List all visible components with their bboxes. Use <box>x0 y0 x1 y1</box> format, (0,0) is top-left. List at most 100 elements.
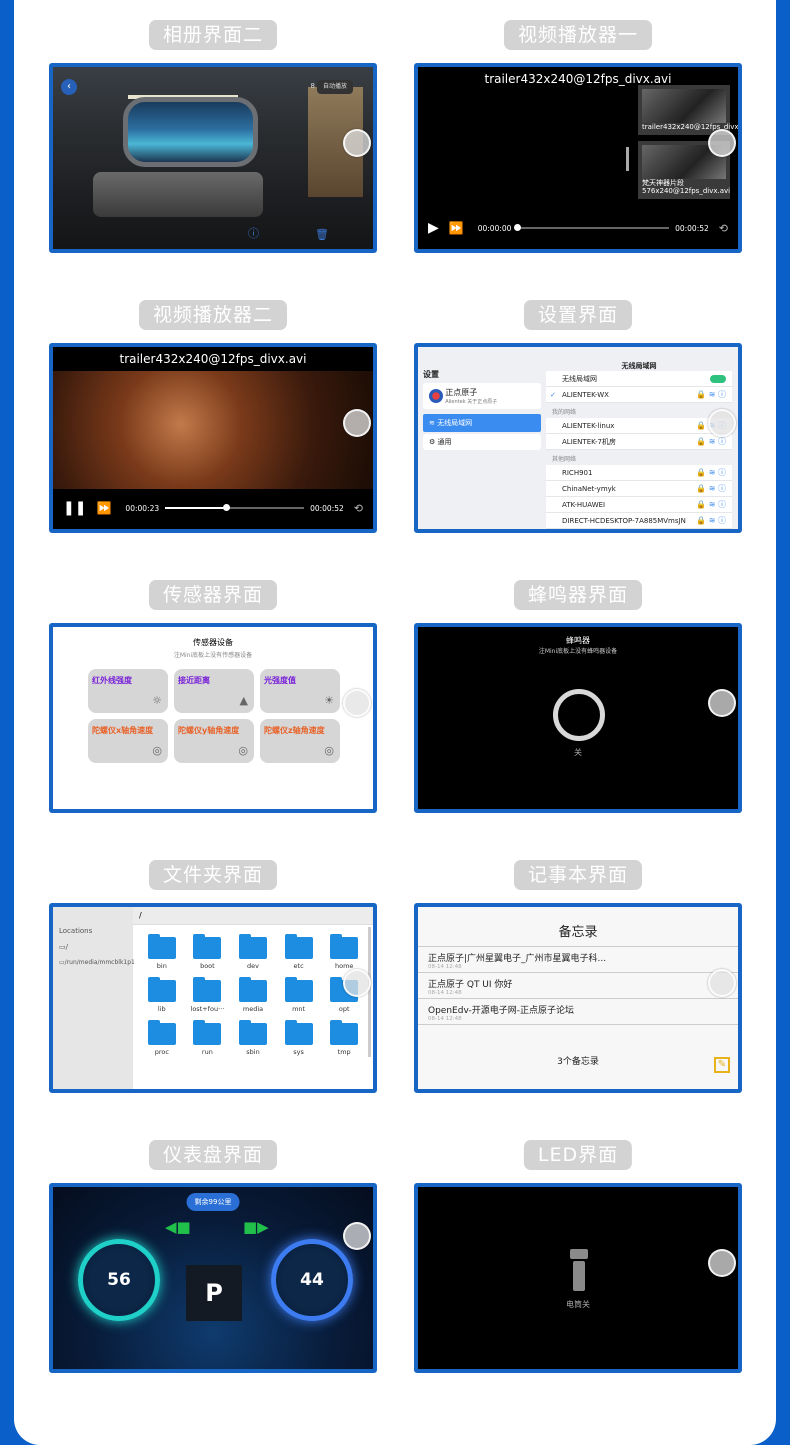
note-item[interactable]: OpenEdv-开源电子网-正点原子论坛 08-14 12:48 <box>418 999 738 1025</box>
panel-title: 无线局域网 <box>621 362 657 370</box>
playlist-item[interactable]: trailer432x240@12fps_divx.avi <box>638 85 738 135</box>
folder-item[interactable]: proc <box>139 1020 185 1056</box>
folder-item[interactable]: sbin <box>230 1020 276 1056</box>
network-item[interactable]: ALIENTEK-7机房 🔒 ≋ ⓘ <box>546 434 732 450</box>
progress-bar[interactable] <box>514 224 670 231</box>
sidebar-item-wifi[interactable]: ≋ 无线局域网 <box>423 414 541 432</box>
network-connected[interactable]: ✓ ALIENTEK-WX 🔒 ≋ ⓘ <box>546 387 732 403</box>
folder-label: media <box>242 1005 264 1013</box>
folder-item[interactable]: etc <box>276 934 322 970</box>
playlist-scrollbar[interactable] <box>626 147 629 171</box>
buzzer-switch[interactable] <box>553 689 605 741</box>
replay-icon[interactable]: ⟲ <box>354 502 363 515</box>
folder-icon <box>238 934 267 959</box>
network-item[interactable]: DIRECT-HCDESKTOP-7A885MVmsJN 🔒 ≋ ⓘ <box>546 513 732 529</box>
section-label: 传感器界面 <box>148 580 278 610</box>
folder-icon <box>193 977 222 1002</box>
sidebar-item-general[interactable]: ⚙ 通用 <box>423 434 541 450</box>
location-root[interactable]: ▭/ <box>59 943 127 951</box>
note-item[interactable]: 正点原子 QT UI 你好 08-14 12:48 <box>418 973 738 999</box>
progress-bar[interactable] <box>165 504 305 511</box>
back-icon[interactable]: ‹ <box>61 79 77 95</box>
assistive-touch[interactable] <box>343 689 371 717</box>
folder-icon <box>238 977 267 1002</box>
network-item[interactable]: ATK-HUAWEI 🔒 ≋ ⓘ <box>546 497 732 513</box>
folder-icon <box>238 1020 267 1045</box>
flashlight-icon[interactable] <box>570 1249 588 1293</box>
network-item[interactable]: ALIENTEK-linux🔒 ≋ ⓘ <box>546 418 732 434</box>
tile-gyro-y: 陀螺仪y轴角速度 ◎ <box>174 719 254 763</box>
folder-label: proc <box>154 1048 169 1056</box>
info-icon[interactable]: ⓘ <box>248 225 259 241</box>
assistive-touch[interactable] <box>708 969 736 997</box>
folder-label: lib <box>157 1005 166 1013</box>
compose-icon[interactable]: ✎ <box>714 1057 730 1073</box>
speed-gauge: 56 <box>78 1239 160 1321</box>
network-item[interactable]: ChinaNet-ymyk 🔒 ≋ ⓘ <box>546 481 732 497</box>
buzzer-title: 蜂鸣器 <box>566 636 590 645</box>
section-other-networks: 其他网络 <box>552 456 577 463</box>
buzzer-screen: 蜂鸣器 注Mini底板上没有蜂鸣器设备 关 <box>414 623 742 813</box>
folder-item[interactable]: run <box>185 1020 231 1056</box>
fast-forward-icon[interactable]: ⏩ <box>449 221 464 235</box>
scrollbar[interactable] <box>368 927 371 1057</box>
trash-icon[interactable]: 🗑 <box>315 228 329 241</box>
gyro-icon: ◎ <box>152 744 162 757</box>
led-screen: 电筒关 <box>414 1183 742 1373</box>
path-bar[interactable]: / <box>133 907 373 925</box>
account-card[interactable]: 正点原子 Alientek 关于正点原子 <box>423 383 541 409</box>
section-label: 记事本界面 <box>513 860 643 890</box>
folder-item[interactable]: tmp <box>321 1020 367 1056</box>
sensor-screen: 传感器设备 注Mini底板上没有传感器设备 红外线强度 ☼ 接近距离 ▲ 光强度值 ☀… <box>49 623 377 813</box>
folder-item[interactable]: sys <box>276 1020 322 1056</box>
current-time: 00:00:00 <box>477 223 512 233</box>
assistive-touch[interactable] <box>343 1222 371 1250</box>
folder-icon <box>284 977 313 1002</box>
assistive-touch[interactable] <box>343 409 371 437</box>
assistive-touch[interactable] <box>708 129 736 157</box>
fast-forward-icon[interactable]: ⏩ <box>96 501 111 515</box>
folder-icon <box>147 977 176 1002</box>
assistive-touch[interactable] <box>343 969 371 997</box>
folder-item[interactable]: home <box>321 934 367 970</box>
autoplay-button[interactable]: 自动播放 <box>317 80 353 94</box>
wlan-toggle-row: 无线局域网 <box>546 371 732 387</box>
folder-item[interactable]: media <box>230 977 276 1013</box>
folder-item[interactable]: dev <box>230 934 276 970</box>
section-label: 蜂鸣器界面 <box>513 580 643 610</box>
folder-item[interactable]: lib <box>139 977 185 1013</box>
sensor-subtitle: 注Mini底板上没有传感器设备 <box>173 652 253 659</box>
assistive-touch[interactable] <box>708 1249 736 1277</box>
gear-indicator: P <box>186 1265 242 1321</box>
video-title: trailer432x240@12fps_divx.avi <box>484 72 672 86</box>
remaining-range: 剩余99公里 <box>186 1193 240 1211</box>
right-turn-icon: ■▶ <box>243 1218 269 1236</box>
video-title: trailer432x240@12fps_divx.avi <box>119 352 307 366</box>
folder-item[interactable]: bin <box>139 934 185 970</box>
assistive-touch[interactable] <box>708 689 736 717</box>
folder-label: tmp <box>337 1048 351 1056</box>
folder-item[interactable]: lost+fou··· <box>185 977 231 1013</box>
assistive-touch[interactable] <box>708 409 736 437</box>
folder-label: sbin <box>246 1048 260 1056</box>
buzzer-state: 关 <box>574 748 582 757</box>
tile-proximity: 接近距离 ▲ <box>174 669 254 713</box>
folder-label: dev <box>247 962 259 970</box>
folder-item[interactable]: mnt <box>276 977 322 1013</box>
folder-label: run <box>201 1048 213 1056</box>
network-item[interactable]: RICH901 🔒 ≋ ⓘ <box>546 465 732 481</box>
play-icon[interactable]: ▶ <box>428 220 439 236</box>
folder-item[interactable]: boot <box>185 934 231 970</box>
sun-icon: ☀ <box>324 694 334 707</box>
location-mount[interactable]: ▭/run/media/mmcblk1p1 <box>59 959 135 966</box>
lock-wifi-info-icon: 🔒 ≋ ⓘ <box>696 500 726 509</box>
pause-icon[interactable]: ❚❚ <box>63 500 86 516</box>
assistive-touch[interactable] <box>343 129 371 157</box>
folder-label: sys <box>293 1048 304 1056</box>
replay-icon[interactable]: ⟲ <box>719 222 728 235</box>
wlan-toggle[interactable] <box>710 375 726 383</box>
showcase-page: 相册界面二 ‹ 8 自动播放 ⓘ 🗑 视频播放器一 trailer432x240… <box>14 0 776 1445</box>
lock-wifi-info-icon: 🔒 ≋ ⓘ <box>696 468 726 477</box>
note-item[interactable]: 正点原子|广州星翼电子_广州市星翼电子科... 08-14 12:48 <box>418 947 738 973</box>
folder-screen: Locations ▭/ ▭/run/media/mmcblk1p1 / bin… <box>49 903 377 1093</box>
